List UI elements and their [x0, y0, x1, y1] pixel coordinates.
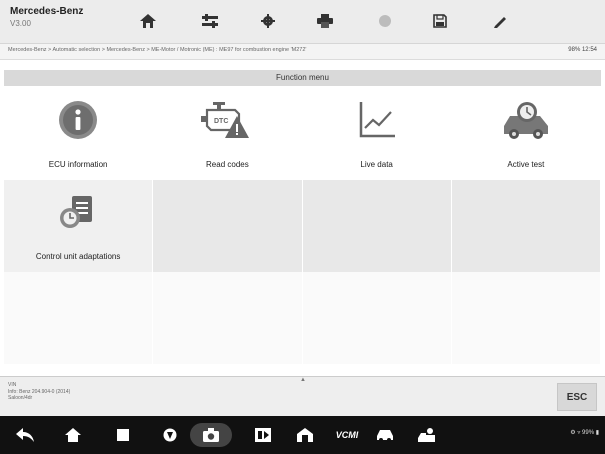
tile-label: Control unit adaptations	[35, 252, 121, 261]
function-row: ECU information DTC Read codes Live data…	[4, 88, 601, 180]
software-version: V3.00	[10, 19, 31, 28]
tile-label: Live data	[360, 160, 393, 169]
camera-button[interactable]	[190, 423, 232, 447]
technician-icon	[418, 428, 435, 442]
browser-button[interactable]	[155, 423, 185, 447]
esc-button[interactable]: ESC	[557, 383, 597, 411]
save-button[interactable]	[420, 8, 460, 34]
function-row: Control unit adaptations	[4, 180, 601, 272]
line-graph-icon	[351, 98, 403, 142]
top-toolbar: Mercedes-Benz V3.00	[0, 0, 605, 44]
car-test-icon	[500, 98, 552, 142]
tile-control-unit-adaptations[interactable]: Control unit adaptations	[4, 180, 154, 272]
function-row	[4, 272, 601, 364]
print-icon	[317, 14, 333, 28]
screen-record-icon	[255, 428, 271, 442]
breadcrumb-bar: Mercedes-Benz > Automatic selection > Me…	[0, 44, 605, 60]
empty-tile	[153, 272, 303, 364]
vehicle-details: VIN Info: Benz 204.904-0 (2014) Saloon/4…	[8, 382, 70, 402]
breadcrumb: Mercedes-Benz > Automatic selection > Me…	[8, 47, 307, 53]
empty-tile	[303, 272, 452, 364]
home-icon	[140, 14, 156, 28]
maxi-home-icon	[297, 428, 313, 442]
drawer-handle[interactable]: ▲	[300, 377, 306, 383]
browser-icon	[163, 428, 177, 442]
vehicle-info-bar: ▲ VIN Info: Benz 204.904-0 (2014) Saloon…	[0, 376, 605, 416]
settings-button[interactable]	[248, 8, 288, 34]
empty-tile	[451, 180, 601, 272]
maxi-home-button[interactable]	[290, 423, 320, 447]
car-shortcut-button[interactable]	[370, 423, 400, 447]
vehicle-body: Saloon/4dr	[8, 395, 33, 401]
empty-tile	[302, 180, 452, 272]
home-button[interactable]	[128, 8, 168, 34]
settings-icon	[261, 14, 275, 28]
data-logging-icon	[494, 17, 506, 28]
tile-active-test[interactable]: Active test	[452, 88, 601, 180]
vehicle-swap-button[interactable]	[190, 8, 230, 34]
save-icon	[433, 14, 447, 28]
vehicle-swap-icon	[202, 14, 218, 28]
technician-button[interactable]	[412, 423, 442, 447]
page-title: Function menu	[276, 73, 329, 82]
help-icon	[379, 15, 391, 27]
function-menu-header: Function menu	[4, 70, 601, 86]
empty-tile	[452, 272, 601, 364]
dtc-engine-icon: DTC	[201, 98, 253, 142]
home-icon	[65, 428, 81, 442]
function-grid: ECU information DTC Read codes Live data…	[4, 88, 601, 364]
svg-text:DTC: DTC	[214, 118, 228, 125]
tile-label: Active test	[507, 160, 545, 169]
tile-label: Read codes	[206, 160, 249, 169]
home-nav-button[interactable]	[58, 423, 88, 447]
vehicle-info: Mercedes-Benz V3.00	[10, 6, 100, 28]
screen-record-button[interactable]	[248, 423, 278, 447]
data-logging-button[interactable]	[480, 8, 520, 34]
vci-button[interactable]: VCMI	[332, 423, 362, 447]
vehicle-name: Mercedes-Benz	[10, 6, 84, 17]
recent-apps-button[interactable]	[108, 423, 138, 447]
print-button[interactable]	[305, 8, 345, 34]
camera-icon	[203, 428, 219, 442]
tile-ecu-information[interactable]: ECU information	[4, 88, 154, 180]
car-icon	[377, 430, 393, 442]
adaptation-icon	[52, 190, 104, 234]
info-icon	[52, 98, 104, 142]
tile-label: ECU information	[48, 160, 108, 169]
system-navbar: VCMI ⚙ ▿ 99% ▮	[0, 416, 605, 454]
tile-read-codes[interactable]: DTC Read codes	[153, 88, 303, 180]
empty-tile	[4, 272, 154, 364]
back-button[interactable]	[10, 423, 40, 447]
back-icon	[16, 428, 34, 442]
empty-tile	[153, 180, 303, 272]
device-status: 98% 12:54	[568, 47, 597, 53]
system-status: ⚙ ▿ 99% ▮	[570, 430, 599, 436]
help-button[interactable]	[365, 8, 405, 34]
tile-live-data[interactable]: Live data	[303, 88, 452, 180]
recent-apps-icon	[117, 429, 129, 441]
